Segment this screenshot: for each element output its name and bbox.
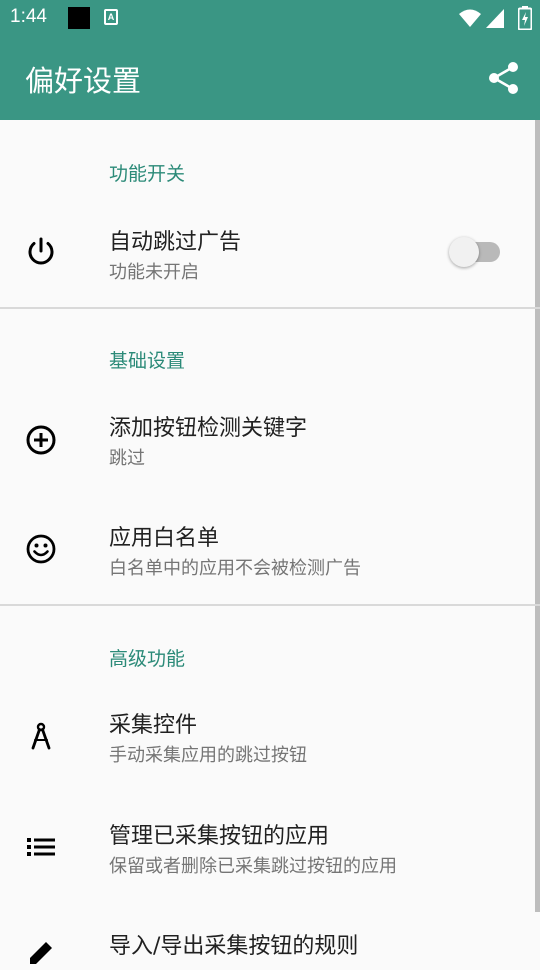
notification-a-icon: A	[104, 9, 118, 25]
toggle-thumb[interactable]	[449, 237, 479, 267]
section-header-basic-settings: 基础设置	[109, 350, 186, 372]
item-title: 应用白名单	[109, 526, 220, 551]
page-title: 偏好设置	[25, 64, 142, 98]
section-header-feature-switch: 功能开关	[109, 163, 186, 185]
notification-black-icon	[68, 7, 90, 29]
divider	[0, 604, 540, 606]
section-header-advanced: 高级功能	[109, 648, 186, 670]
status-bar: 1:44 A	[0, 0, 540, 36]
status-time: 1:44	[10, 6, 47, 27]
share-icon[interactable]	[488, 61, 520, 95]
scrollbar[interactable]	[535, 120, 540, 912]
divider	[0, 307, 540, 309]
item-title: 添加按钮检测关键字	[109, 416, 308, 441]
add-circle-icon	[26, 425, 56, 455]
item-title: 导入/导出采集按钮的规则	[109, 934, 359, 959]
signal-icon	[486, 9, 504, 28]
smiley-icon	[26, 534, 56, 564]
item-title: 采集控件	[109, 713, 198, 738]
app-bar: 偏好设置	[0, 36, 540, 120]
list-icon	[27, 838, 55, 856]
edit-icon	[30, 942, 52, 964]
item-title: 自动跳过广告	[109, 230, 242, 255]
power-icon	[28, 237, 54, 265]
compass-icon	[31, 722, 51, 750]
item-subtitle: 手动采集应用的跳过按钮	[109, 745, 307, 766]
item-subtitle: 功能未开启	[109, 262, 199, 283]
item-subtitle: 跳过	[109, 448, 145, 469]
battery-charging-icon	[518, 6, 532, 30]
item-title: 管理已采集按钮的应用	[109, 824, 330, 849]
item-subtitle: 白名单中的应用不会被检测广告	[109, 558, 361, 579]
item-subtitle: 保留或者删除已采集跳过按钮的应用	[109, 856, 397, 877]
wifi-icon	[459, 9, 481, 27]
